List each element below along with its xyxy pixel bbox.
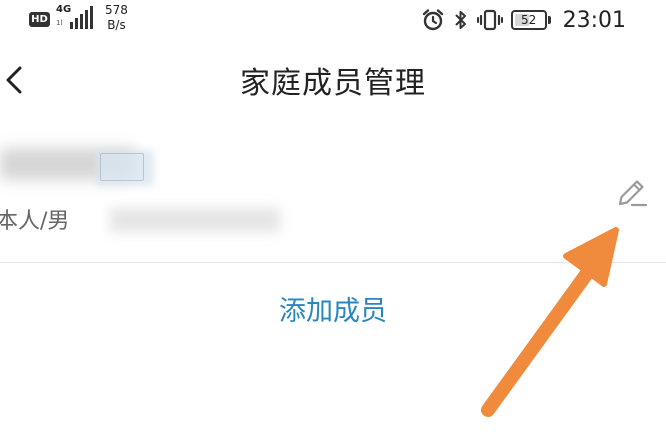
vibrate-icon bbox=[476, 9, 503, 31]
battery-icon: 52 bbox=[510, 10, 547, 30]
hd-badge: HD bbox=[29, 12, 50, 27]
battery-level-text: 52 bbox=[520, 13, 537, 27]
page-title: 家庭成员管理 bbox=[240, 66, 426, 101]
member-phone-redacted bbox=[110, 208, 280, 232]
network-speed-unit: B/s bbox=[107, 18, 126, 32]
bluetooth-icon bbox=[454, 11, 466, 29]
add-member-button[interactable]: 添加成员 bbox=[233, 282, 433, 342]
signal-strength-icon bbox=[70, 6, 93, 29]
status-bar: HD 4G 1l 578 B/s 52 23:01 bbox=[0, 0, 666, 44]
alarm-icon bbox=[422, 9, 443, 31]
battery-tip bbox=[547, 16, 551, 24]
family-member-item[interactable]: 本人/男 bbox=[0, 128, 666, 262]
edit-member-button[interactable] bbox=[614, 174, 650, 210]
network-sub-label: 1l bbox=[56, 19, 63, 27]
network-speed: 578 B/s bbox=[105, 3, 128, 33]
list-divider bbox=[0, 262, 666, 263]
network-speed-value: 578 bbox=[105, 3, 128, 17]
member-relation-gender: 本人/男 bbox=[0, 209, 70, 234]
status-icons: 52 23:01 bbox=[413, 6, 626, 34]
phone-screen: HD 4G 1l 578 B/s 52 23:01 家庭成员管理 本人/男 添加… bbox=[0, 0, 666, 435]
navigation-bar: 家庭成员管理 bbox=[0, 44, 666, 116]
pencil-icon bbox=[618, 180, 648, 207]
clock-time: 23:01 bbox=[562, 7, 626, 33]
member-badge-outline bbox=[100, 153, 144, 181]
